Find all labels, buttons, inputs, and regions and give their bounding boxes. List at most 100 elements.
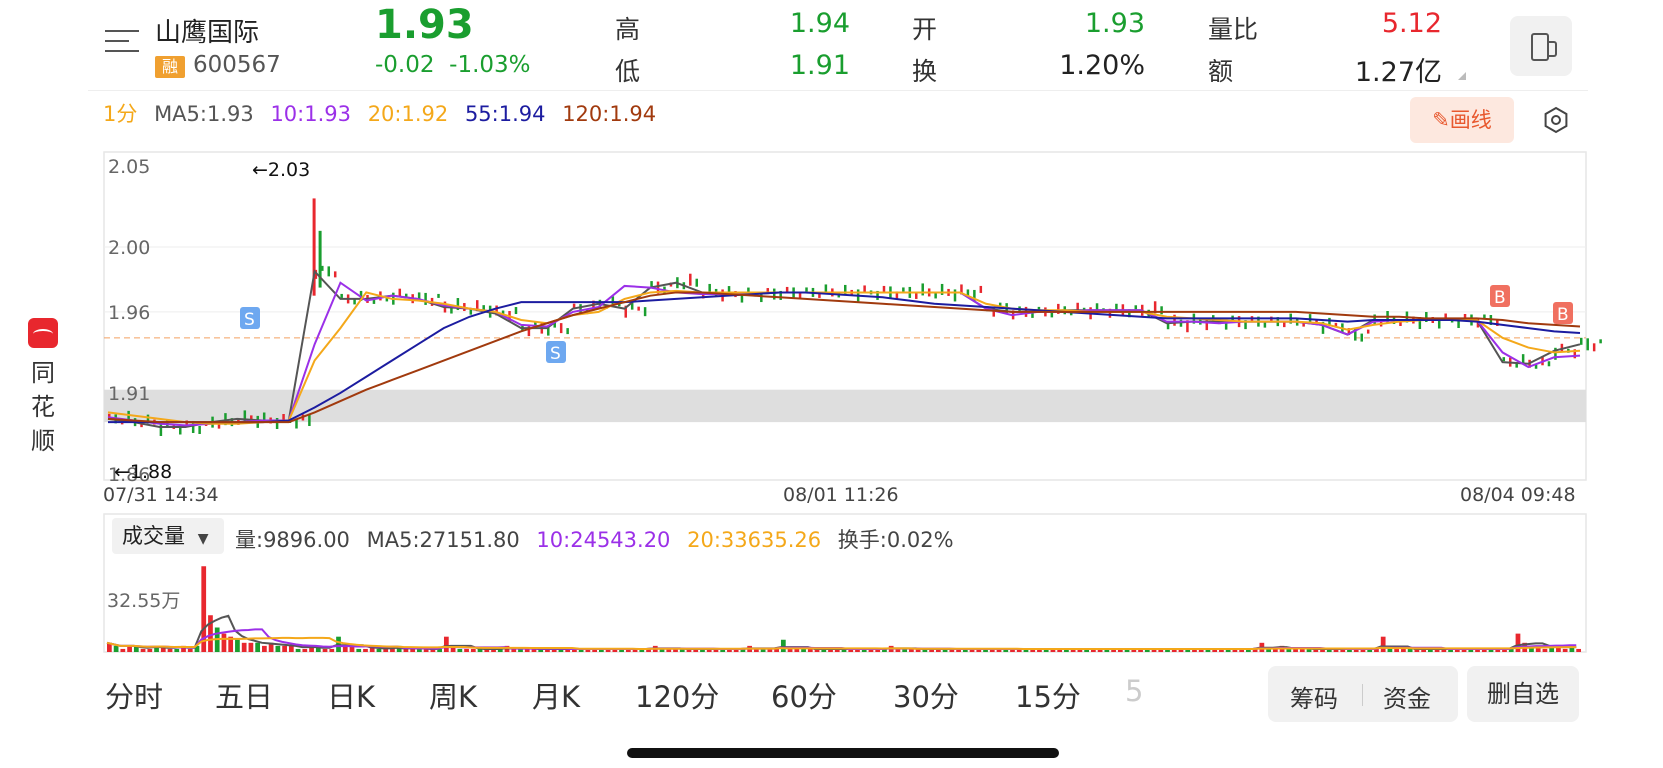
signal-marker-label: B xyxy=(1494,288,1506,308)
candle xyxy=(1586,338,1589,351)
candle xyxy=(1134,305,1138,310)
volume-bar xyxy=(187,648,193,652)
candle xyxy=(514,307,518,315)
tab-intraday[interactable]: 分时 xyxy=(105,674,163,716)
tab-15min[interactable]: 15分 xyxy=(1015,674,1081,716)
volume-bar xyxy=(417,648,422,652)
volume-bar xyxy=(1515,633,1521,652)
time-label-start: 07/31 14:34 xyxy=(103,484,219,506)
low-annotation: ←1.88 xyxy=(114,461,172,483)
volume-bar xyxy=(288,645,294,652)
signal-marker-label: S xyxy=(550,344,561,364)
chips-button[interactable]: 筹码 xyxy=(1290,679,1338,714)
indicator-selector[interactable]: 成交量 ▼ xyxy=(112,518,224,554)
tab-daily-k[interactable]: 日K xyxy=(327,674,375,716)
high-annotation: ←2.03 xyxy=(252,159,310,181)
volume-bar xyxy=(302,648,308,652)
tab-five-day[interactable]: 五日 xyxy=(215,674,273,716)
volume-bar xyxy=(120,648,126,652)
tab-120min[interactable]: 120分 xyxy=(635,674,719,716)
volume-bar xyxy=(1542,648,1548,652)
volume-bar xyxy=(356,648,362,652)
candle xyxy=(1366,329,1370,334)
volume-turnover: 换手:0.02% xyxy=(837,528,954,552)
candle xyxy=(1360,333,1363,342)
volume-bar xyxy=(248,642,254,652)
volume-bar xyxy=(113,645,119,652)
candle xyxy=(1502,357,1506,362)
candle xyxy=(695,278,699,287)
candle xyxy=(566,328,569,335)
candle xyxy=(1547,361,1551,367)
chips-funds-group: 筹码 资金 xyxy=(1268,666,1458,722)
volume-bar xyxy=(221,633,227,652)
volume-bar xyxy=(383,648,389,652)
delete-favorite-button[interactable]: 删自选 xyxy=(1467,666,1579,722)
candle xyxy=(785,286,789,292)
volume-bar xyxy=(363,648,368,652)
kline-chart[interactable]: 2.052.001.961.911.86←2.03←1.88SSBB xyxy=(0,0,1663,768)
volume-bar xyxy=(1576,648,1581,652)
candle xyxy=(572,303,576,308)
candle xyxy=(1160,306,1163,315)
volume-bar xyxy=(1394,648,1400,652)
candle xyxy=(308,415,311,427)
volume-bar xyxy=(807,648,813,652)
y-tick-label: 1.91 xyxy=(108,383,150,405)
candle xyxy=(198,425,201,434)
candle xyxy=(689,273,692,286)
tab-30min[interactable]: 30分 xyxy=(893,674,959,716)
tab-5min[interactable]: 5 xyxy=(1125,674,1143,708)
time-label-end: 08/04 09:48 xyxy=(1460,484,1576,506)
volume-bar xyxy=(1387,648,1393,652)
volume-bar xyxy=(464,648,469,652)
candle xyxy=(1592,343,1596,352)
volume-bar xyxy=(329,648,335,652)
candle xyxy=(643,307,647,317)
price-range-band xyxy=(104,389,1586,423)
volume-bar xyxy=(410,648,416,652)
volume-bar xyxy=(801,648,806,652)
volume-bar xyxy=(241,642,247,652)
y-tick-label: 1.96 xyxy=(108,302,150,324)
volume-ma-line xyxy=(106,614,1577,650)
volume-bar xyxy=(1401,648,1406,652)
volume-bar xyxy=(1407,648,1413,652)
home-indicator xyxy=(627,748,1059,758)
candle xyxy=(805,287,808,292)
dropdown-caret-icon: ▼ xyxy=(197,531,209,547)
candle xyxy=(1599,339,1602,344)
candle xyxy=(424,292,427,305)
volume-bar xyxy=(443,636,449,652)
volume-bar xyxy=(1562,648,1568,652)
candle xyxy=(398,288,402,297)
volume-bar xyxy=(787,648,793,652)
volume-bar xyxy=(275,645,281,652)
volume-ma5: MA5:27151.80 xyxy=(366,528,520,552)
candle xyxy=(159,423,163,436)
candle xyxy=(953,289,957,302)
volume-bar xyxy=(174,648,180,652)
volume-bar xyxy=(167,648,173,652)
volume-ma-line xyxy=(106,628,1577,650)
candle xyxy=(637,306,640,311)
volume-bar xyxy=(390,648,395,652)
candle xyxy=(979,285,983,293)
candle xyxy=(353,299,356,305)
candle xyxy=(372,299,376,304)
volume-bar xyxy=(262,645,267,652)
candle xyxy=(1050,312,1054,318)
candle xyxy=(579,304,582,314)
volume-bar xyxy=(1380,636,1386,652)
candle xyxy=(437,293,440,298)
tab-60min[interactable]: 60分 xyxy=(771,674,837,716)
tab-weekly-k[interactable]: 周K xyxy=(429,674,477,716)
tab-monthly-k[interactable]: 月K xyxy=(532,674,580,716)
time-label-mid: 08/01 11:26 xyxy=(783,484,899,506)
volume-bar xyxy=(457,648,463,652)
candle xyxy=(327,266,331,277)
button-separator xyxy=(1362,684,1363,706)
volume-bar xyxy=(282,645,287,652)
funds-button[interactable]: 资金 xyxy=(1383,679,1431,714)
volume-bar xyxy=(376,648,382,652)
